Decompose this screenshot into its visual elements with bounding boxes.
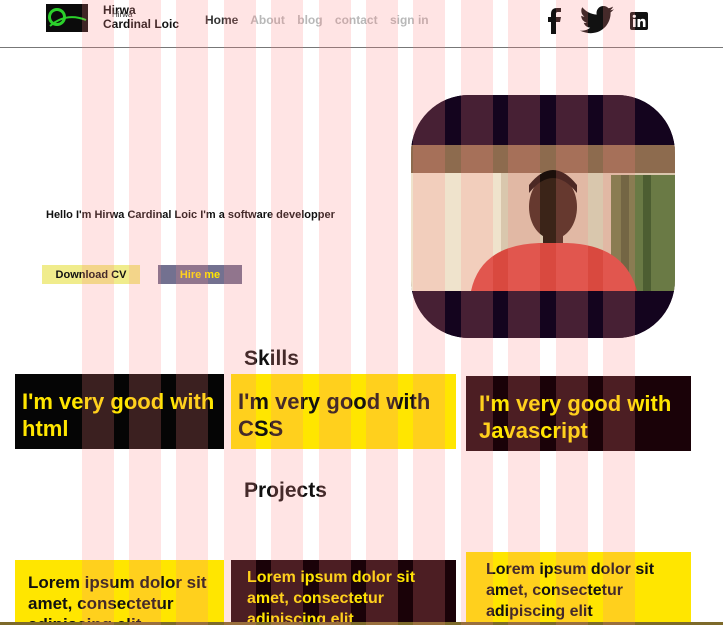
grid-stripe <box>319 0 351 625</box>
nav-sign-in[interactable]: sign in <box>390 13 429 27</box>
grid-stripe <box>271 0 303 625</box>
hero-intro: Hello I'm Hirwa Cardinal Loic I'm a soft… <box>46 209 335 221</box>
facebook-icon[interactable] <box>546 8 562 34</box>
skill-card-css: I'm very good with CSS <box>231 374 456 449</box>
grid-stripe <box>224 0 256 625</box>
skills-title: Skills <box>244 347 299 370</box>
nav-home[interactable]: Home <box>205 13 238 27</box>
download-cv-button[interactable]: Download CV <box>42 265 140 284</box>
linkedin-icon[interactable] <box>630 12 648 30</box>
brand-last-name: Cardinal Loic <box>103 17 180 31</box>
grid-stripe <box>366 0 398 625</box>
skill-card-html: I'm very good with html <box>15 374 224 449</box>
grid-stripe <box>82 0 114 625</box>
project-card-3: Lorem ipsum dolor sit amet, consectetur … <box>466 552 691 625</box>
logo[interactable] <box>46 4 88 32</box>
hire-me-button[interactable]: Hire me <box>158 265 242 284</box>
site-header: Hirwa Hirwa Cardinal Loic Home About blo… <box>0 0 723 48</box>
main-nav: Home About blog contact sign in <box>205 13 438 27</box>
profile-photo <box>411 95 675 338</box>
skill-card-javascript: I'm very good with Javascript <box>466 376 691 451</box>
twitter-icon[interactable] <box>580 6 614 34</box>
skill-card-text: I'm very good with CSS <box>238 389 431 441</box>
grid-stripe <box>129 0 161 625</box>
project-card-text: Lorem ipsum dolor sit amet, consectetur … <box>486 561 655 620</box>
nav-about[interactable]: About <box>250 13 285 27</box>
projects-title: Projects <box>244 479 327 502</box>
logo-leaf-icon <box>48 8 87 27</box>
skill-card-text: I'm very good with html <box>22 389 215 441</box>
grid-stripe <box>176 0 208 625</box>
profile-portrait-image <box>411 95 675 338</box>
project-card-1: Lorem ipsum dolor sit amet, consectetur … <box>15 560 224 625</box>
nav-contact[interactable]: contact <box>335 13 378 27</box>
nav-blog[interactable]: blog <box>297 13 322 27</box>
project-card-text: Lorem ipsum dolor sit amet, consectetur … <box>247 569 416 625</box>
project-card-text: Lorem ipsum dolor sit amet, consectetur … <box>28 573 207 625</box>
project-card-2: Lorem ipsum dolor sit amet, consectetur … <box>231 560 456 625</box>
skill-card-text: I'm very good with Javascript <box>479 391 672 443</box>
